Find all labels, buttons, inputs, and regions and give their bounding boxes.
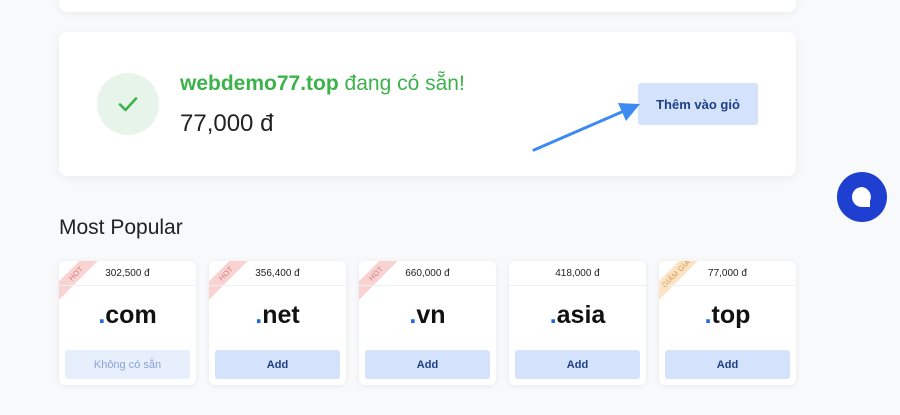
add-button[interactable]: Add	[665, 350, 790, 379]
tld-price: 418,000 đ	[509, 261, 646, 286]
domain-name: webdemo77.top	[180, 72, 339, 95]
arrow-icon	[532, 103, 640, 152]
chat-icon	[852, 187, 871, 207]
chat-button[interactable]	[837, 172, 887, 222]
availability-message: webdemo77.top đang có sẵn!	[180, 72, 465, 96]
tld-name: .top	[704, 301, 751, 329]
domain-result-card: webdemo77.top đang có sẵn! 77,000 đ Thêm…	[59, 32, 796, 176]
add-to-cart-button[interactable]: Thêm vào giỏ	[638, 83, 758, 125]
tld-name: .asia	[549, 301, 606, 329]
tld-card-top: GIẢM GIÁ 77,000 đ .top Add	[659, 261, 796, 385]
tld-name: .net	[255, 301, 300, 329]
tld-price: 77,000 đ	[659, 261, 796, 286]
tld-card-asia: 418,000 đ .asia Add	[509, 261, 646, 385]
previous-card	[59, 0, 796, 12]
tld-card-com: HOT 302,500 đ .com Không có sẵn	[59, 261, 196, 385]
unavailable-button[interactable]: Không có sẵn	[65, 350, 190, 379]
domain-price: 77,000 đ	[180, 110, 274, 137]
tld-price: 302,500 đ	[59, 261, 196, 286]
add-button[interactable]: Add	[365, 350, 490, 379]
tld-price: 660,000 đ	[359, 261, 496, 286]
tld-card-vn: HOT 660,000 đ .vn Add	[359, 261, 496, 385]
add-button[interactable]: Add	[515, 350, 640, 379]
check-icon	[97, 73, 159, 135]
add-button[interactable]: Add	[215, 350, 340, 379]
availability-text: đang có sẵn!	[338, 72, 465, 95]
tld-name: .vn	[409, 301, 446, 329]
tld-price: 356,400 đ	[209, 261, 346, 286]
section-title: Most Popular	[59, 216, 183, 239]
tld-name: .com	[98, 301, 157, 329]
tld-card-net: HOT 356,400 đ .net Add	[209, 261, 346, 385]
